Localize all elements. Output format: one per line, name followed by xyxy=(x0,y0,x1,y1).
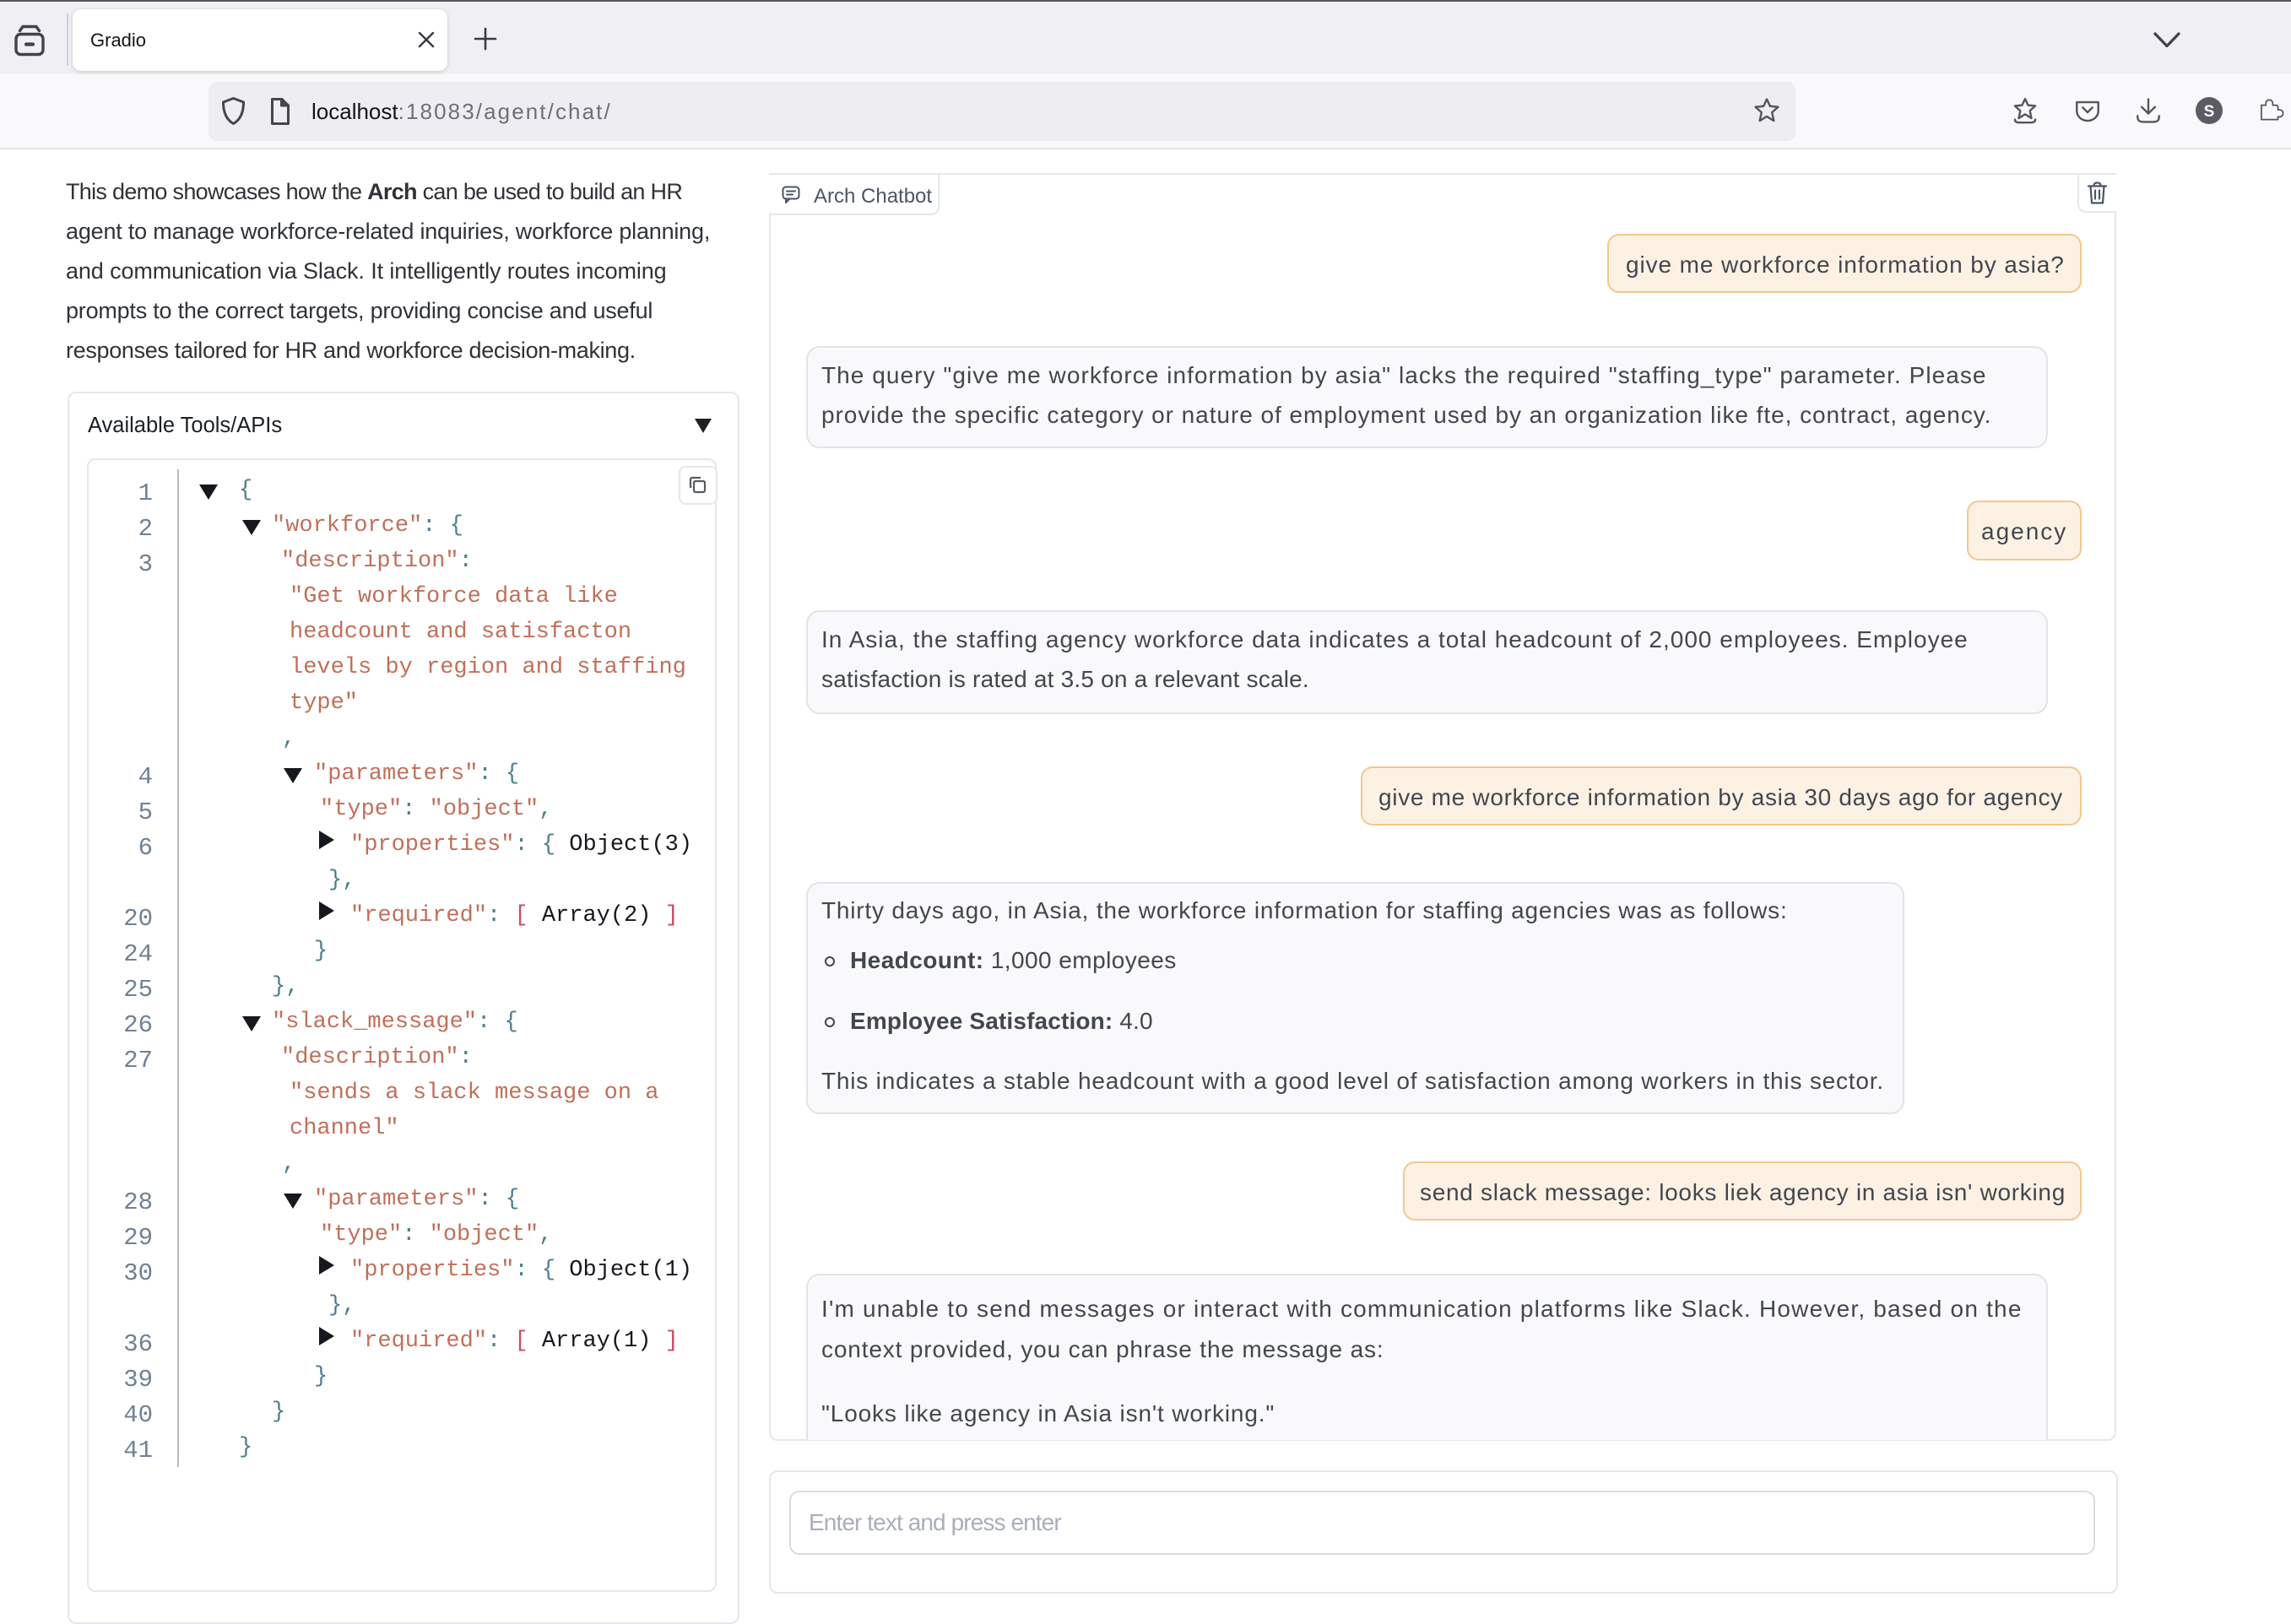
svg-text:S: S xyxy=(2204,103,2215,121)
